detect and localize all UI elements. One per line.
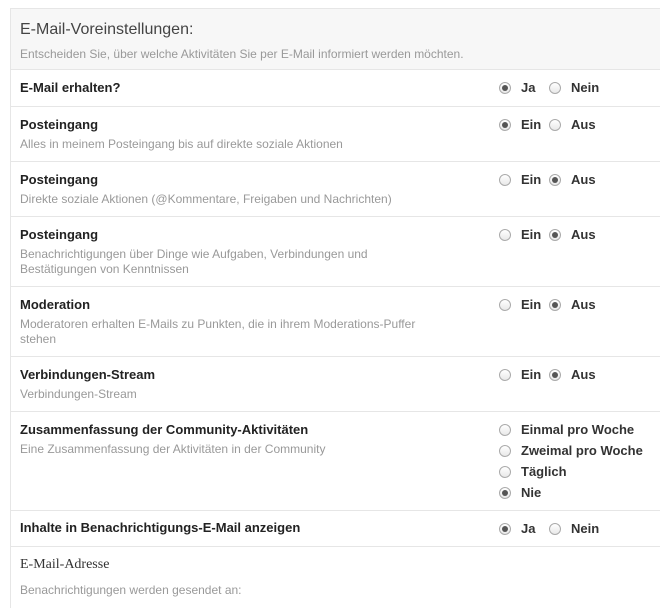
radio-label: Aus [571,367,596,382]
preference-row: E-Mail erhalten? Ja Nein [11,70,660,107]
radio-label: Ein [521,367,542,382]
radio-label: Ja [521,521,536,536]
preference-description: Benachrichtigungen über Dinge wie Aufgab… [20,247,368,276]
email-preferences-panel: E-Mail-Voreinstellungen: Entscheiden Sie… [10,8,660,608]
radio-checked-icon[interactable] [499,522,511,535]
radio-checked-icon[interactable] [499,81,511,94]
radio-checked-icon[interactable] [549,368,561,381]
page-subtitle: Entscheiden Sie, über welche Aktivitäten… [20,47,464,61]
radio-option[interactable]: Nein [549,521,599,536]
radio-unchecked-icon[interactable] [549,81,561,94]
email-address-title: E-Mail-Adresse [20,557,110,572]
radio-label: Nie [521,485,542,500]
radio-option[interactable]: Einmal pro Woche [499,422,634,437]
radio-option[interactable]: Aus [549,172,596,187]
preference-description: Alles in meinem Posteingang bis auf dire… [20,137,343,151]
radio-unchecked-icon[interactable] [499,423,511,436]
preference-row: Posteingang Direkte soziale Aktionen (@Ko… [11,162,660,217]
radio-option[interactable]: Ein [499,367,541,382]
radio-label: Aus [571,227,596,242]
radio-option[interactable]: Ein [499,172,541,187]
radio-checked-icon[interactable] [549,173,561,186]
radio-unchecked-icon[interactable] [499,444,511,457]
radio-label: Nein [571,80,600,95]
radio-label: Aus [571,172,596,187]
radio-label: Ein [521,227,542,242]
radio-option[interactable]: Ein [499,297,541,312]
page-title: E-Mail-Voreinstellungen: [20,21,194,38]
radio-option[interactable]: Ja [499,521,535,536]
preference-row: Zusammenfassung der Community-Aktivitäte… [11,412,660,511]
preference-description: Direkte soziale Aktionen (@Kommentare, F… [20,192,392,206]
email-address-description: Benachrichtigungen werden gesendet an: [20,583,242,597]
radio-option[interactable]: Ein [499,227,541,242]
radio-label: Ja [521,80,536,95]
radio-option[interactable]: Aus [549,367,596,382]
preferences-list: E-Mail erhalten? Ja Nein Posteingang Alles i… [11,70,660,547]
radio-label: Nein [571,521,600,536]
radio-label: Aus [571,297,596,312]
radio-label: Täglich [521,464,567,479]
radio-option[interactable]: Ja [499,80,535,95]
radio-option[interactable]: Aus [549,117,596,132]
radio-unchecked-icon[interactable] [499,465,511,478]
radio-unchecked-icon[interactable] [499,173,511,186]
radio-unchecked-icon[interactable] [499,298,511,311]
radio-unchecked-icon[interactable] [549,118,561,131]
radio-option[interactable]: Aus [549,297,596,312]
radio-unchecked-icon[interactable] [549,522,561,535]
preference-row: Posteingang Benachrichtigungen über Dinge… [11,217,660,287]
radio-option[interactable]: Nie [499,485,541,500]
radio-label: Ein [521,172,542,187]
radio-option[interactable]: Aus [549,227,596,242]
preference-row: Verbindungen-Stream Verbindungen-Stream Ei… [11,357,660,412]
preference-description: Verbindungen-Stream [20,387,137,401]
radio-label: Ein [521,117,542,132]
radio-option[interactable]: Zweimal pro Woche [499,443,643,458]
radio-label: Ein [521,297,542,312]
radio-unchecked-icon[interactable] [499,368,511,381]
radio-option[interactable]: Ein [499,117,541,132]
radio-label: Aus [571,117,596,132]
radio-checked-icon[interactable] [499,486,511,499]
radio-checked-icon[interactable] [499,118,511,131]
preference-row: Posteingang Alles in meinem Posteingang b… [11,107,660,162]
radio-checked-icon[interactable] [549,228,561,241]
preferences-header: E-Mail-Voreinstellungen: Entscheiden Sie… [11,9,660,70]
preference-row: Inhalte in Benachrichtigungs-E-Mail anze… [11,511,660,547]
preference-description: Moderatoren erhalten E-Mails zu Punkten,… [20,317,416,346]
preference-description: Eine Zusammenfassung der Aktivitäten in … [20,442,326,456]
radio-checked-icon[interactable] [549,298,561,311]
radio-label: Zweimal pro Woche [521,443,643,458]
radio-option[interactable]: Täglich [499,464,567,479]
preference-row: Moderation Moderatoren erhalten E-Mails z… [11,287,660,357]
email-address-section: E-Mail-Adresse Benachrichtigungen werden… [11,547,660,598]
radio-option[interactable]: Nein [549,80,599,95]
radio-unchecked-icon[interactable] [499,228,511,241]
radio-label: Einmal pro Woche [521,422,635,437]
